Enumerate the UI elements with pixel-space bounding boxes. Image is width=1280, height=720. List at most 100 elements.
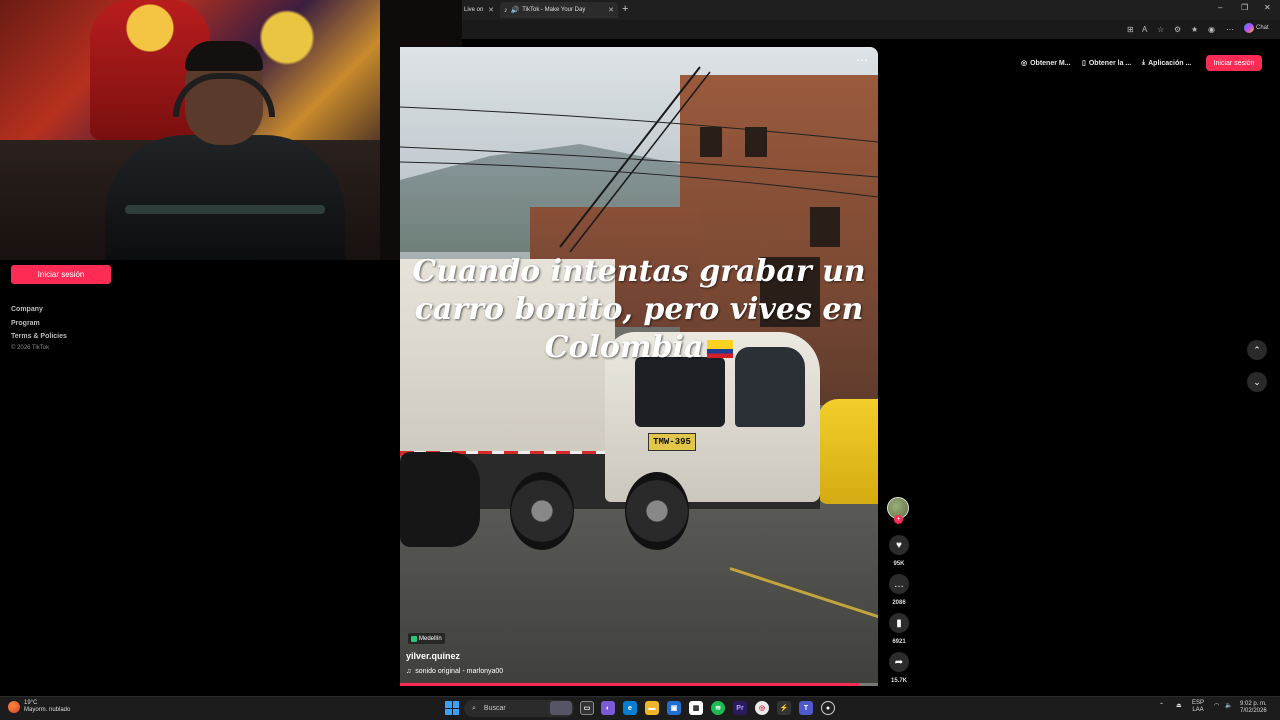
location-label: Medellín [419,635,442,642]
comment-icon[interactable]: … [889,574,909,594]
weather-text: Mayorm. nublado [24,707,71,713]
speaker-icon[interactable]: 🔊 [511,6,520,14]
caption-line-last: Colombia [400,329,878,367]
video-progress-bar[interactable] [400,683,878,686]
tab-label: TikTok - Make Your Day [522,7,586,13]
video-caption: Cuando intentas grabar un carro bonito, … [400,253,878,367]
task-view-icon[interactable]: ▭ [580,701,594,715]
tab-live[interactable]: Live on ✕ [460,2,498,18]
spotify-icon[interactable]: ≋ [711,701,725,715]
usb-icon[interactable]: ⏏ [1176,703,1182,710]
more-options-icon[interactable]: ⋯ [856,53,868,67]
plus-icon[interactable]: + [622,3,628,15]
location-tag[interactable]: Medellín [408,633,445,644]
get-coins-link[interactable]: ◎ Obtener M... [1021,59,1071,68]
copilot-app-icon[interactable]: ◐ [601,701,615,715]
obs-icon[interactable]: ● [821,701,835,715]
extensions-icon[interactable]: ⚙ [1174,25,1181,34]
share-icon[interactable]: ➦ [889,652,909,672]
profile-icon[interactable]: ◉ [1208,25,1215,34]
streamer [105,41,345,260]
header-link-label: Aplicación ... [1148,59,1192,67]
tab-label: Live on [464,7,484,13]
apps-icon[interactable]: ⊞ [1127,25,1134,34]
chrome-icon[interactable]: ◎ [755,701,769,715]
close-icon[interactable]: ✕ [488,6,494,14]
more-icon[interactable]: ⋯ [1226,25,1234,34]
chevron-up-tray-icon[interactable]: ⌃ [1159,703,1164,710]
edge-icon[interactable]: e [623,701,637,715]
download-icon: ⤓ [1142,59,1146,66]
weather-icon [8,701,20,713]
screen: Live on ✕ ♪ 🔊 TikTok - Make Your Day ✕ +… [0,0,1280,720]
store-icon[interactable]: ▣ [667,701,681,715]
hair [185,41,263,71]
copilot-button[interactable]: Chat [1244,23,1269,33]
header-link-label: Obtener la ... [1088,59,1132,67]
save-count: 6921 [892,639,906,645]
music-note-icon: ♫ [406,668,412,675]
location-icon [411,635,417,642]
wifi-icon[interactable]: ◠ [1214,703,1219,710]
teams-icon[interactable]: T [799,701,813,715]
share-count: 15.7K [890,678,907,684]
weather-widget[interactable]: 19°C Mayorm. nublado [8,700,70,714]
close-icon[interactable]: ✕ [608,6,614,14]
caption-line: carro bonito, pero vives en [414,292,864,327]
truck-plate: TMW-395 [648,433,696,451]
bookmark-icon[interactable]: ▮ [889,613,909,633]
footer-link-company[interactable]: Company [11,306,43,313]
login-button-header[interactable]: Iniciar sesión [1206,55,1262,71]
like-count: 95K [893,561,905,567]
colombia-flag-icon [707,340,734,358]
file-explorer-icon[interactable]: ▬ [645,701,659,715]
lang-bottom: LAA [1192,707,1204,713]
truck-wheel [625,472,689,550]
close-window-icon[interactable]: ✕ [1264,3,1271,12]
language-indicator[interactable]: ESP LAA [1192,700,1204,714]
volume-icon[interactable]: 🔈 [1225,703,1232,710]
premiere-icon[interactable]: Pr [733,701,747,715]
tab-tiktok[interactable]: ♪ 🔊 TikTok - Make Your Day ✕ [500,2,618,18]
reader-icon[interactable]: A [1142,25,1147,34]
desktop-app-link[interactable]: ⤓ Aplicación ... [1142,59,1191,67]
video-progress-fill [400,683,859,686]
truck-window [635,357,725,427]
footer-link-program[interactable]: Program [11,320,40,327]
clock[interactable]: 9:02 p. m. 7/02/2026 [1240,701,1267,715]
get-app-link[interactable]: ▯ Obtener la ... [1082,59,1132,68]
date: 7/02/2026 [1240,708,1267,714]
windows-start-icon[interactable] [445,701,459,715]
yellow-taxi [818,399,878,504]
minimize-icon[interactable]: – [1218,3,1222,12]
comment-count: 2086 [892,600,906,606]
favorites-icon[interactable]: ★ [1191,25,1198,34]
copilot-label: Chat [1256,25,1269,31]
heart-icon[interactable]: ♥ [889,535,909,555]
time: 9:02 p. m. [1240,701,1267,707]
video-author[interactable]: yilver.quinez [406,651,460,661]
video-player[interactable]: TMW-395 Cuando intentas grabar un carro … [400,47,878,686]
lang-top: ESP [1192,700,1205,706]
search-icon: ⌕ [472,704,476,712]
caption-line: Cuando intentas grabar un [412,254,866,289]
app-icon[interactable]: ⚡ [777,701,791,715]
search-label: Buscar [483,705,506,712]
jacket-stripe [125,205,325,214]
taskbar: 19°C Mayorm. nublado ⌕ Buscar ▭ ◐ e ▬ ▣ … [0,696,1280,720]
sound-label: sonido original - marlonya00 [415,668,504,675]
coin-icon: ◎ [1021,60,1028,67]
favorite-icon[interactable]: ☆ [1157,25,1164,34]
temperature: 19°C [24,700,38,706]
follow-plus-icon[interactable]: + [894,515,903,524]
login-button-sidebar[interactable]: Iniciar sesión [11,265,111,284]
phone-icon: ▯ [1082,60,1086,67]
calendar-icon[interactable]: ▦ [689,701,703,715]
video-sound[interactable]: ♫ sonido original - marlonya00 [406,668,503,675]
chevron-up-icon[interactable]: ⌃ [1247,340,1267,360]
jacket [105,135,345,260]
widget-image-icon[interactable] [550,701,572,715]
footer-link-terms[interactable]: Terms & Policies [11,333,67,340]
restore-icon[interactable]: ❐ [1241,3,1248,12]
chevron-down-icon[interactable]: ⌄ [1247,372,1267,392]
